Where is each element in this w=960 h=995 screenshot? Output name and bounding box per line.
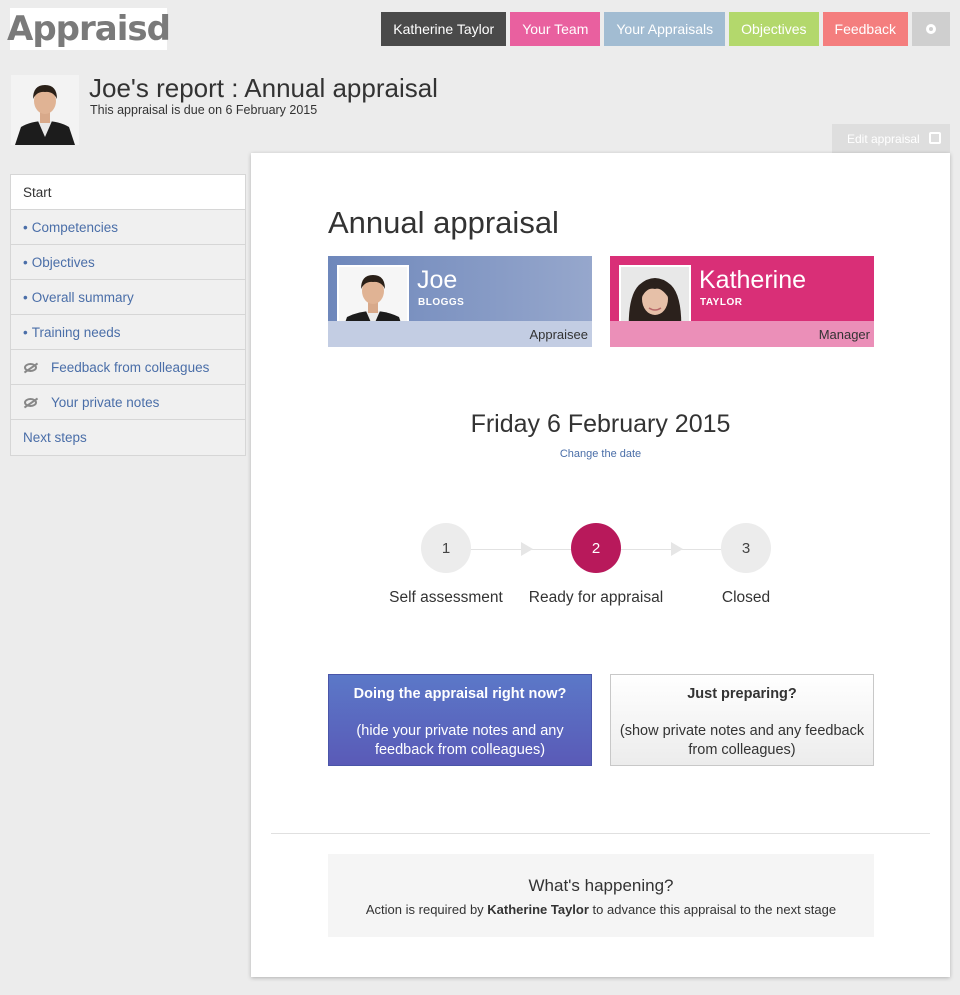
- mode-title: Doing the appraisal right now?: [353, 686, 567, 702]
- action-person: Katherine Taylor: [487, 902, 589, 917]
- sidebar-item-label: Feedback from colleagues: [51, 359, 210, 375]
- nav-objectives-button[interactable]: Objectives: [729, 12, 819, 46]
- appraisd-logo[interactable]: Appraisd: [7, 8, 171, 50]
- appraisal-sidebar: Start • Competencies • Objectives • Over…: [10, 174, 246, 456]
- bullet: •: [23, 289, 28, 305]
- whats-happening-panel: What's happening? Action is required by …: [328, 854, 874, 937]
- sidebar-item-start[interactable]: Start: [11, 175, 245, 210]
- sidebar-item-label: Your private notes: [51, 394, 160, 410]
- step-number: 1: [421, 523, 471, 573]
- sidebar-item-label: Overall summary: [31, 289, 134, 305]
- manager-first-name: Katherine: [699, 266, 807, 294]
- step-self-assessment: 1 Self assessment: [366, 523, 526, 607]
- printer-icon[interactable]: [929, 132, 941, 144]
- sidebar-item-label: Start: [23, 184, 52, 200]
- appraisal-date: Friday 6 February 2015: [470, 410, 731, 438]
- settings-button[interactable]: [912, 12, 950, 46]
- appraisal-card: Annual appraisal Joe BLOGGS Appraisee Ka…: [251, 153, 950, 977]
- page-title: Joe's report : Annual appraisal: [89, 73, 438, 103]
- sidebar-item-overall-summary[interactable]: • Overall summary: [11, 280, 245, 315]
- edit-appraisal-label: Edit appraisal: [847, 131, 920, 146]
- due-date-text: This appraisal is due on 6 February 2015: [90, 103, 318, 117]
- report-avatar: [11, 75, 79, 145]
- manager-role: Manager: [610, 321, 874, 347]
- status-text-after: to advance this appraisal to the next st…: [592, 902, 837, 917]
- bullet: •: [23, 254, 28, 270]
- manager-card: Katherine TAYLOR Manager: [610, 256, 874, 347]
- sidebar-item-feedback-from-colleagues[interactable]: Feedback from colleagues: [11, 350, 245, 385]
- edit-appraisal-button[interactable]: Edit appraisal: [832, 124, 950, 153]
- step-ready-for-appraisal: 2 Ready for appraisal: [516, 523, 676, 607]
- top-navigation: Katherine Taylor Your Team Your Appraisa…: [381, 12, 950, 46]
- sidebar-item-label: Competencies: [31, 219, 119, 235]
- gear-icon: [926, 24, 936, 34]
- step-label: Ready for appraisal: [528, 589, 664, 606]
- step-number: 2: [571, 523, 621, 573]
- appraisal-now-button[interactable]: Doing the appraisal right now? (hide you…: [328, 674, 592, 766]
- sidebar-item-objectives[interactable]: • Objectives: [11, 245, 245, 280]
- appraisee-first-name: Joe: [417, 266, 458, 294]
- manager-last-name: TAYLOR: [700, 297, 743, 308]
- nav-user-button[interactable]: Katherine Taylor: [381, 12, 507, 46]
- appraisee-role: Appraisee: [328, 321, 592, 347]
- whats-happening-text: Action is required by Katherine Taylor t…: [328, 902, 874, 917]
- appraisal-title: Annual appraisal: [328, 205, 559, 240]
- progress-steps: 1 Self assessment 2 Ready for appraisal …: [251, 523, 950, 613]
- status-text-before: Action is required by: [365, 902, 484, 917]
- mode-description: (show private notes and any feedback fro…: [619, 723, 865, 758]
- nav-feedback-button[interactable]: Feedback: [822, 12, 908, 46]
- step-label: Closed: [721, 589, 771, 606]
- sidebar-item-private-notes[interactable]: Your private notes: [11, 385, 245, 420]
- sidebar-item-label: Objectives: [31, 254, 95, 270]
- mode-description: (hide your private notes and any feedbac…: [356, 723, 564, 758]
- just-preparing-button[interactable]: Just preparing? (show private notes and …: [610, 674, 874, 766]
- whats-happening-heading: What's happening?: [528, 876, 674, 895]
- step-label: Self assessment: [389, 589, 503, 606]
- appraisee-last-name: BLOGGS: [418, 297, 465, 308]
- bullet: •: [23, 219, 28, 235]
- nav-your-appraisals-button[interactable]: Your Appraisals: [604, 12, 726, 46]
- nav-your-team-button[interactable]: Your Team: [510, 12, 601, 46]
- sidebar-item-training-needs[interactable]: • Training needs: [11, 315, 245, 350]
- mode-title: Just preparing?: [687, 686, 797, 702]
- bullet: •: [23, 324, 28, 340]
- sidebar-item-competencies[interactable]: • Competencies: [11, 210, 245, 245]
- appraisee-card: Joe BLOGGS Appraisee: [328, 256, 592, 347]
- step-closed: 3 Closed: [666, 523, 826, 607]
- sidebar-item-label: Training needs: [31, 324, 121, 340]
- sidebar-item-label: Next steps: [23, 430, 87, 445]
- private-eye-icon: [24, 397, 37, 407]
- divider: [271, 833, 930, 834]
- private-eye-icon: [24, 362, 37, 372]
- step-number: 3: [721, 523, 771, 573]
- change-date-link[interactable]: Change the date: [251, 448, 950, 460]
- sidebar-item-next-steps[interactable]: Next steps: [11, 420, 245, 455]
